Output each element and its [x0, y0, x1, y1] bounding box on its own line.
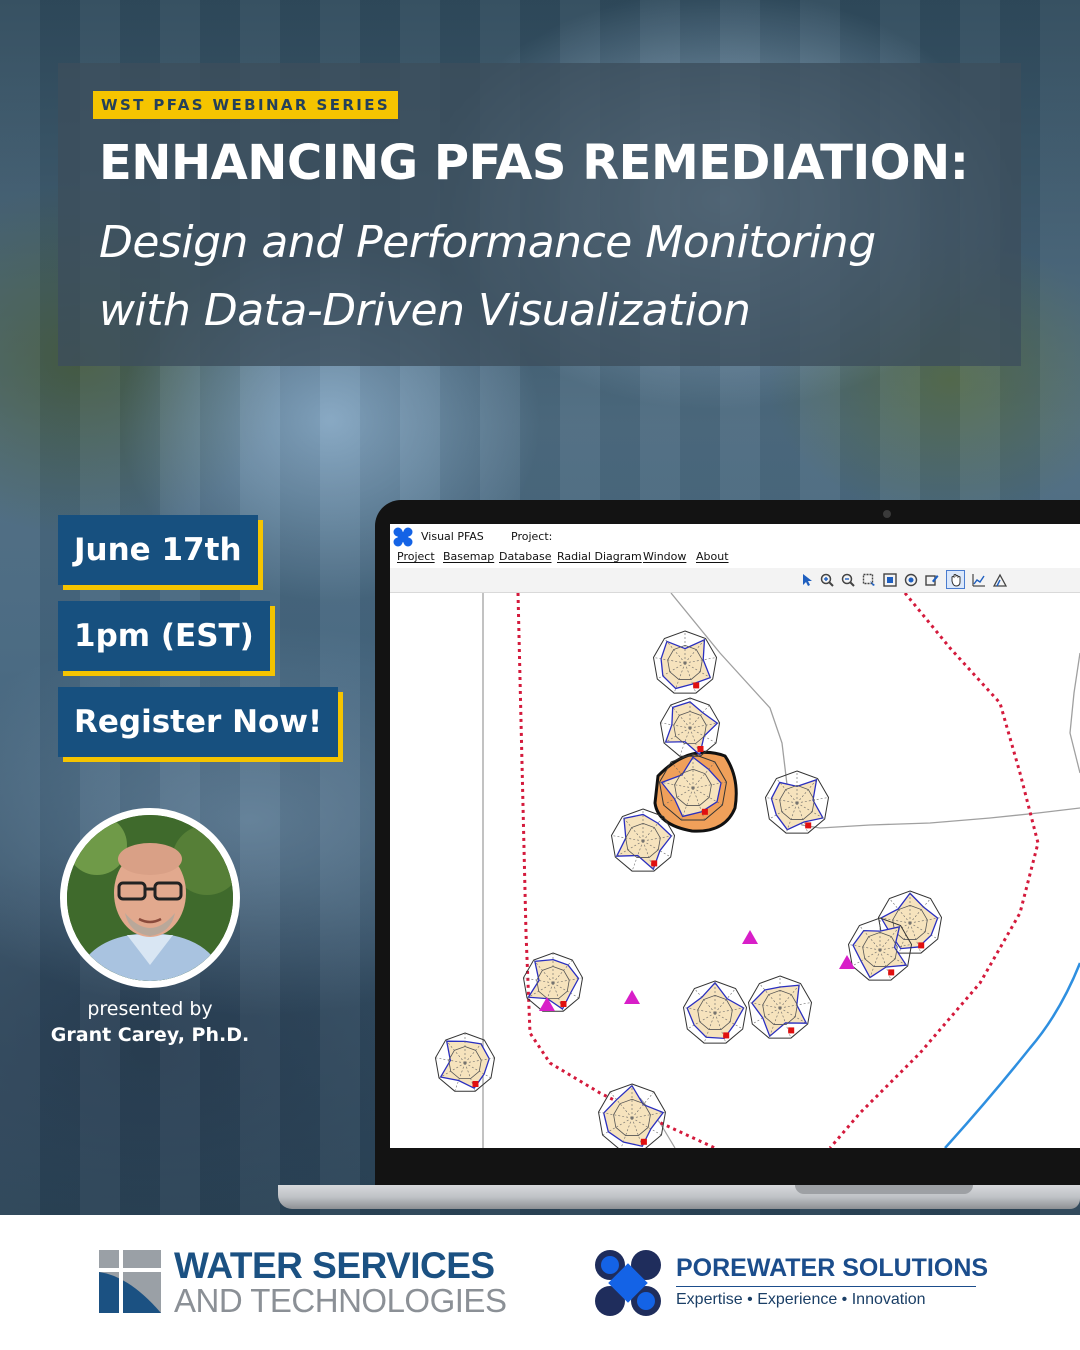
zoom-in-icon[interactable] [820, 573, 834, 587]
menu-basemap[interactable]: Basemap [443, 550, 494, 563]
menu-radial-diagram[interactable]: Radial Diagram [557, 550, 642, 563]
app-titlebar: Visual PFAS Project: [390, 524, 1080, 550]
wst-name-line-2: AND TECHNOLOGIES [174, 1282, 507, 1319]
subhead: Design and Performance Monitoring with D… [99, 209, 1009, 345]
chart-icon[interactable] [972, 573, 986, 587]
zoom-box-icon[interactable] [862, 573, 876, 587]
register-button[interactable]: Register Now! [58, 687, 339, 757]
wst-name-line-1: WATER SERVICES [174, 1245, 495, 1286]
visual-pfas-logo-icon [393, 527, 413, 547]
app-window: Visual PFAS Project: Project Basemap Dat… [390, 524, 1080, 1148]
porewater-divider [676, 1286, 976, 1287]
app-title: Visual PFAS [421, 530, 484, 543]
webcam-icon [883, 510, 891, 518]
zoom-layer-icon[interactable] [904, 573, 918, 587]
title-panel: WST PFAS WEBINAR SERIES ENHANCING PFAS R… [58, 63, 1021, 366]
radar-diagram[interactable] [659, 697, 721, 757]
map-canvas[interactable] [390, 593, 1080, 1148]
edit-icon[interactable] [925, 573, 939, 587]
radar-diagram[interactable] [434, 1032, 496, 1092]
monitoring-point-triangle[interactable] [742, 930, 758, 944]
porewater-name: POREWATER SOLUTIONS [676, 1254, 989, 1282]
pointer-icon[interactable] [800, 573, 814, 587]
full-extent-icon[interactable] [883, 573, 897, 587]
site-boundary [828, 593, 1040, 1148]
radar-diagram[interactable] [682, 980, 748, 1044]
wst-logo-icon [99, 1250, 161, 1313]
radar-diagram[interactable] [747, 975, 813, 1039]
pan-hand-icon[interactable] [949, 573, 963, 587]
series-tag: WST PFAS WEBINAR SERIES [93, 91, 399, 119]
basemap-line [1069, 652, 1080, 774]
presenter-prefix: presented by [87, 998, 213, 1020]
stream-line [944, 962, 1080, 1148]
time-badge: 1pm (EST) [58, 601, 270, 671]
subhead-line-1: Design and Performance Monitoring [99, 217, 876, 268]
radar-diagram[interactable] [597, 1083, 667, 1148]
menu-bar: Project Basemap Database Radial Diagram … [390, 550, 1080, 568]
radar-diagram[interactable] [658, 753, 728, 821]
measure-icon[interactable] [993, 573, 1007, 587]
monitoring-point-triangle[interactable] [839, 955, 855, 969]
date-badge: June 17th [58, 515, 258, 585]
presenter-avatar [60, 808, 240, 988]
radar-diagram[interactable] [610, 808, 676, 872]
menu-about[interactable]: About [696, 550, 729, 563]
radar-diagram[interactable] [764, 770, 830, 834]
pan-tool-selected[interactable] [946, 570, 965, 589]
radar-diagram[interactable] [652, 630, 718, 694]
map-toolbar [390, 568, 1080, 593]
subhead-line-2: with Data-Driven Visualization [99, 285, 751, 336]
radar-diagram[interactable] [522, 952, 584, 1012]
porewater-logo-icon [595, 1250, 661, 1316]
project-label: Project: [511, 530, 553, 543]
presenter-name: Grant Carey, Ph.D. [50, 1024, 250, 1046]
menu-project[interactable]: Project [397, 550, 435, 563]
presenter-portrait-icon [67, 815, 233, 981]
menu-window[interactable]: Window [643, 550, 686, 563]
laptop-notch [795, 1185, 973, 1194]
headline: ENHANCING PFAS REMEDIATION: [99, 135, 969, 191]
menu-database[interactable]: Database [499, 550, 552, 563]
monitoring-point-triangle[interactable] [624, 990, 640, 1004]
porewater-tagline: Expertise • Experience • Innovation [676, 1291, 926, 1308]
zoom-out-icon[interactable] [841, 573, 855, 587]
